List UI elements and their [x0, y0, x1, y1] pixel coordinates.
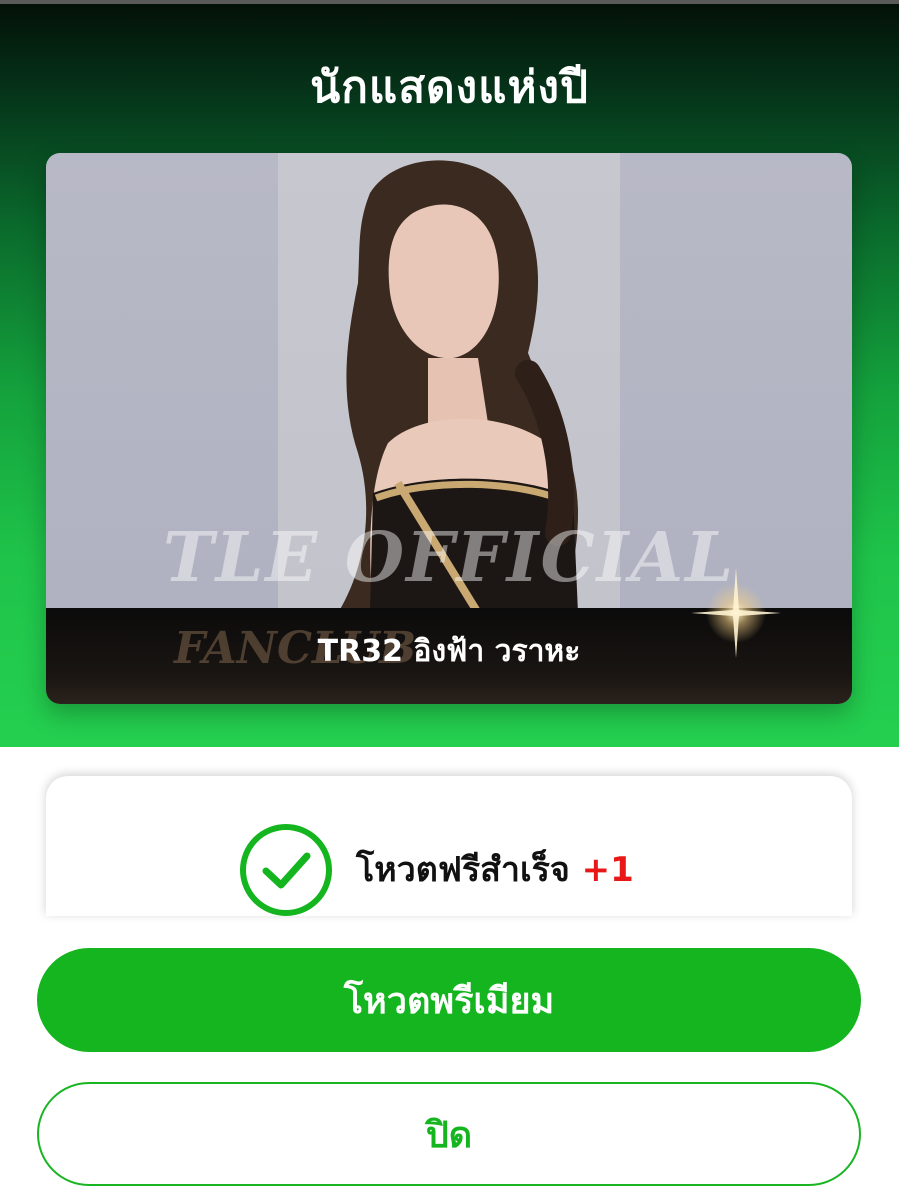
page-title: นักแสดงแห่งปี — [310, 62, 589, 113]
hero-section: นักแสดงแห่งปี TLE OFFICIAL FANCLUB TR32 … — [0, 4, 899, 747]
sparkle-icon — [691, 568, 781, 658]
close-button[interactable]: ปิด — [37, 1082, 861, 1186]
vote-success-label: โหวตฟรีสำเร็จ — [356, 850, 570, 890]
check-circle-icon — [240, 824, 332, 916]
vote-success-message: โหวตฟรีสำเร็จ +1 — [356, 842, 634, 896]
candidate-photo-card: TLE OFFICIAL FANCLUB TR32 อิงฟ้า วราหะ — [46, 153, 852, 704]
premium-vote-button[interactable]: โหวตพรีเมียม — [37, 948, 861, 1052]
vote-success-toast: โหวตฟรีสำเร็จ +1 — [46, 776, 852, 916]
vote-increment: +1 — [581, 850, 634, 890]
